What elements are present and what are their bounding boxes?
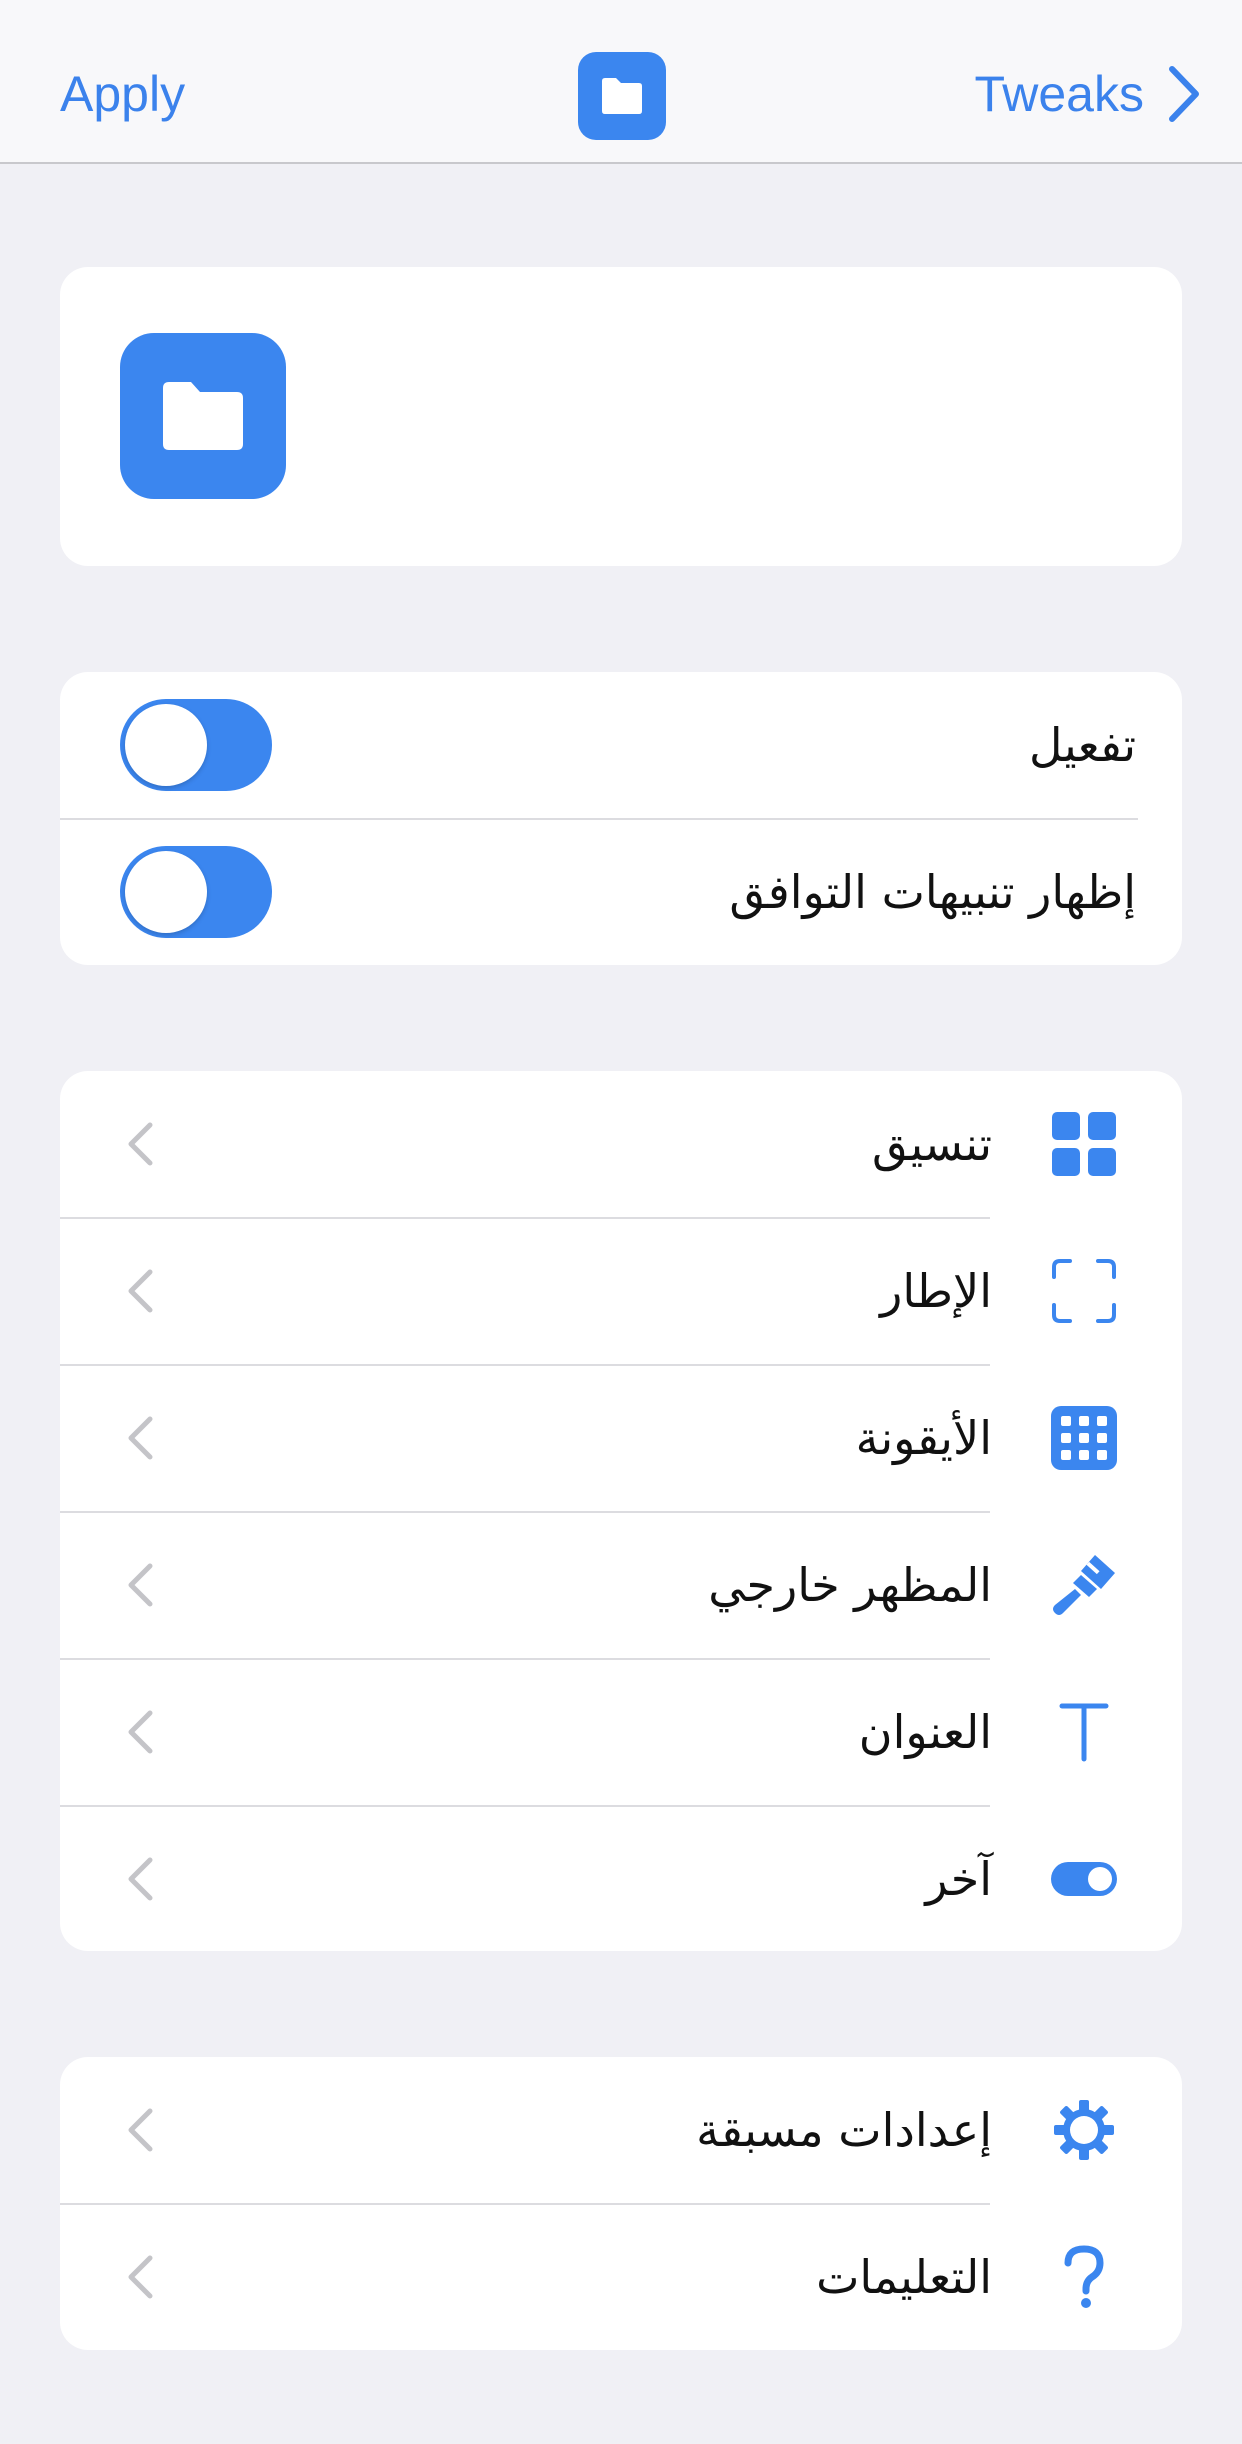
menu-label: الإطار: [880, 1264, 992, 1318]
chevron-right-icon: [1169, 66, 1199, 122]
gear-icon: [1050, 2097, 1118, 2163]
menu-item-title[interactable]: العنوان: [60, 1659, 1182, 1805]
chevron-left-icon: [128, 1563, 153, 1607]
icon-grid-icon: [1050, 1405, 1118, 1471]
menu-item-icon[interactable]: الأيقونة: [60, 1365, 1182, 1511]
toggles-card: تفعيل إظهار تنبيهات التوافق: [60, 672, 1182, 965]
folder-icon: [578, 52, 666, 140]
menu-label: التعليمات: [816, 2250, 992, 2304]
toggle-row-enable: تفعيل: [60, 672, 1182, 818]
menu-label: آخر: [925, 1852, 992, 1906]
menu-label: العنوان: [858, 1705, 992, 1759]
menu-item-frame[interactable]: الإطار: [60, 1218, 1182, 1364]
menu-item-presets[interactable]: إعدادات مسبقة: [60, 2057, 1182, 2203]
menu-item-appearance[interactable]: المظهر خارجي: [60, 1512, 1182, 1658]
toggle-row-compat: إظهار تنبيهات التوافق: [60, 819, 1182, 965]
tweaks-button[interactable]: Tweaks: [974, 64, 1200, 124]
folder-icon: [120, 333, 286, 499]
grid-four-icon: [1050, 1111, 1118, 1177]
menu-label: تنسيق: [872, 1117, 992, 1171]
apply-button[interactable]: Apply: [60, 64, 185, 124]
support-card: إعدادات مسبقة التعليمات: [60, 2057, 1182, 2350]
navigation-bar: Apply Tweaks: [0, 0, 1242, 164]
frame-corners-icon: [1050, 1258, 1118, 1324]
text-t-icon: [1050, 1699, 1118, 1765]
menu-label: الأيقونة: [855, 1411, 992, 1465]
chevron-left-icon: [128, 1857, 153, 1901]
menu-item-help[interactable]: التعليمات: [60, 2204, 1182, 2350]
chevron-left-icon: [128, 1416, 153, 1460]
chevron-left-icon: [128, 1122, 153, 1166]
menu-item-other[interactable]: آخر: [60, 1806, 1182, 1952]
toggle-label-enable: تفعيل: [1029, 718, 1136, 772]
toggle-label-compat: إظهار تنبيهات التوافق: [729, 865, 1136, 919]
preview-card: [60, 267, 1182, 566]
enable-toggle[interactable]: [120, 699, 272, 791]
paintbrush-icon: [1050, 1552, 1118, 1618]
chevron-left-icon: [128, 2108, 153, 2152]
menu-label: المظهر خارجي: [708, 1558, 992, 1612]
menu-label: إعدادات مسبقة: [696, 2103, 992, 2157]
tweaks-label: Tweaks: [974, 66, 1144, 122]
question-icon: [1050, 2244, 1118, 2310]
chevron-left-icon: [128, 2255, 153, 2299]
switch-icon: [1050, 1846, 1118, 1912]
menu-card: تنسيق الإطار الأيقونة المظهر خارجي العنو…: [60, 1071, 1182, 1951]
compat-alerts-toggle[interactable]: [120, 846, 272, 938]
chevron-left-icon: [128, 1710, 153, 1754]
chevron-left-icon: [128, 1269, 153, 1313]
menu-item-layout[interactable]: تنسيق: [60, 1071, 1182, 1217]
